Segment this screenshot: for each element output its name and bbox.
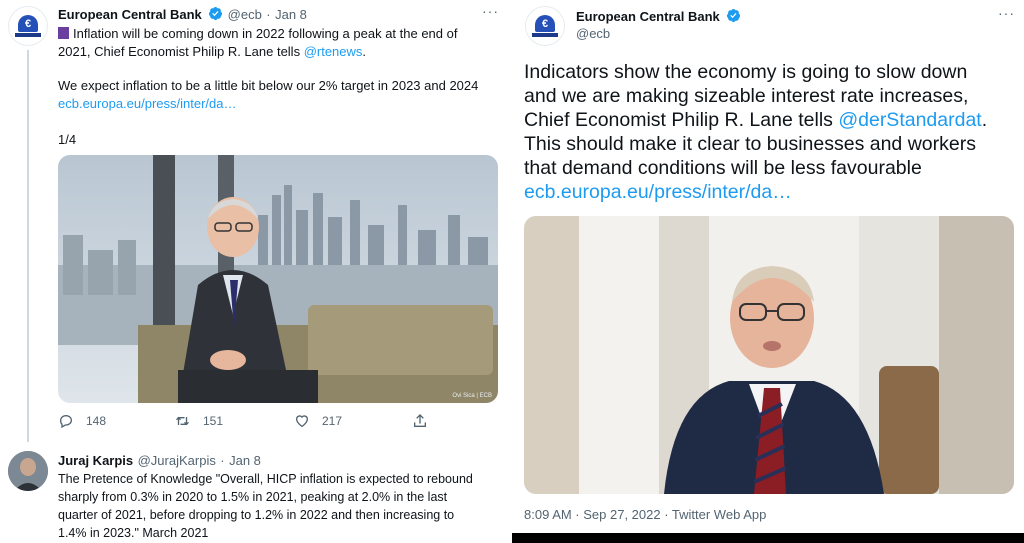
like-count: 217 [322,414,343,428]
tweet-header: European Central Bank @ecb · Jan 8 [58,6,307,24]
author-handle[interactable]: @ecb [576,26,610,41]
tweet-line-1: Inflation will be coming down in 2022 fo… [58,25,498,43]
thread-count: 1/4 [58,132,77,147]
juraj-avatar[interactable] [8,451,48,491]
tweet-line-2: and we are making sizeable interest rate… [524,85,969,107]
reply-line-2: sharply from 0.3% in 2020 to 1.5% in 202… [58,490,448,504]
separator-dot: · [220,453,225,468]
avatar-illustration [8,451,48,491]
retweet-count: 151 [203,414,224,428]
ecb-avatar[interactable]: € [8,6,48,46]
author-handle[interactable]: @ecb [228,7,262,22]
tweet-line-5: that demand conditions will be less favo… [524,157,922,179]
tweet-date[interactable]: Jan 8 [275,7,307,22]
verified-badge-icon [209,6,223,21]
tweet-body: Inflation will be coming down in 2022 fo… [58,25,498,149]
tweet-action-bar: 148 151 217 [58,413,438,431]
ecb-logo: € [15,15,41,37]
photo-illustration [58,155,498,403]
share-icon [414,414,426,427]
reply-line-1: The Pretence of Knowledge "Overall, HICP… [58,472,473,486]
retweet-icon [176,416,189,426]
separator-dot: · [266,7,271,22]
reply-author-handle[interactable]: @JurajKarpis [138,453,216,468]
author-name[interactable]: European Central Bank [58,7,202,22]
tweet-line-1: Indicators show the economy is going to … [524,61,968,83]
tweet-line-3: We expect inflation to be a little bit b… [58,78,479,93]
mention-link[interactable]: @derStandardat [838,109,981,131]
photo-credit: Ovi Sica | ECB [452,393,492,399]
reply-header: Juraj Karpis @JurajKarpis · Jan 8 [58,452,261,470]
tweet-url-link[interactable]: ecb.europa.eu/press/inter/da… [524,180,1008,204]
like-button[interactable]: 217 [294,413,342,429]
reply-button[interactable]: 148 [58,413,106,429]
tweet-line-3: Chief Economist Philip R. Lane tells @de… [524,109,988,131]
share-button[interactable] [412,413,440,429]
reply-count: 148 [86,414,107,428]
reply-author-name[interactable]: Juraj Karpis [58,453,133,468]
more-icon[interactable]: ··· [998,5,1015,21]
reply-body: The Pretence of Knowledge "Overall, HICP… [58,470,503,542]
tweet-line-4: This should make it clear to businesses … [524,133,976,155]
like-icon [295,415,309,428]
photo-illustration [524,216,1014,494]
thread-line [27,50,29,442]
bottom-black-bar [512,533,1024,543]
ecb-logo: € [532,15,558,37]
more-icon[interactable]: ··· [482,3,499,19]
author-name[interactable]: European Central Bank [576,9,720,24]
verified-badge-icon [727,8,741,23]
chart-emoji-icon [58,27,69,39]
tweet-photo-lane-office[interactable]: Ovi Sica | ECB [58,155,498,403]
tweet-timestamp-footer[interactable]: 8:09 AM · Sep 27, 2022 · Twitter Web App [524,507,766,522]
reply-icon [59,414,73,429]
reply-line-4: 1.4% in 2023." March 2021 [58,526,209,540]
tweet-url-link[interactable]: ecb.europa.eu/press/inter/da… [58,95,498,113]
mention-link[interactable]: @rtenews [304,44,363,59]
retweet-button[interactable]: 151 [174,413,223,429]
right-tweet-body: Indicators show the economy is going to … [524,60,1008,204]
tweet-header: European Central Bank [576,8,741,26]
left-tweet-pane: € European Central Bank @ecb · Jan 8 ···… [0,0,506,543]
tweet-line-2: 2021, Chief Economist Philip R. Lane tel… [58,44,367,59]
reply-date[interactable]: Jan 8 [229,453,261,468]
tweet-photo-lane-portrait[interactable] [524,216,1014,494]
ecb-avatar[interactable]: € [525,6,565,46]
reply-line-3: quarter of 2021, before dropping to 1.2%… [58,508,455,522]
